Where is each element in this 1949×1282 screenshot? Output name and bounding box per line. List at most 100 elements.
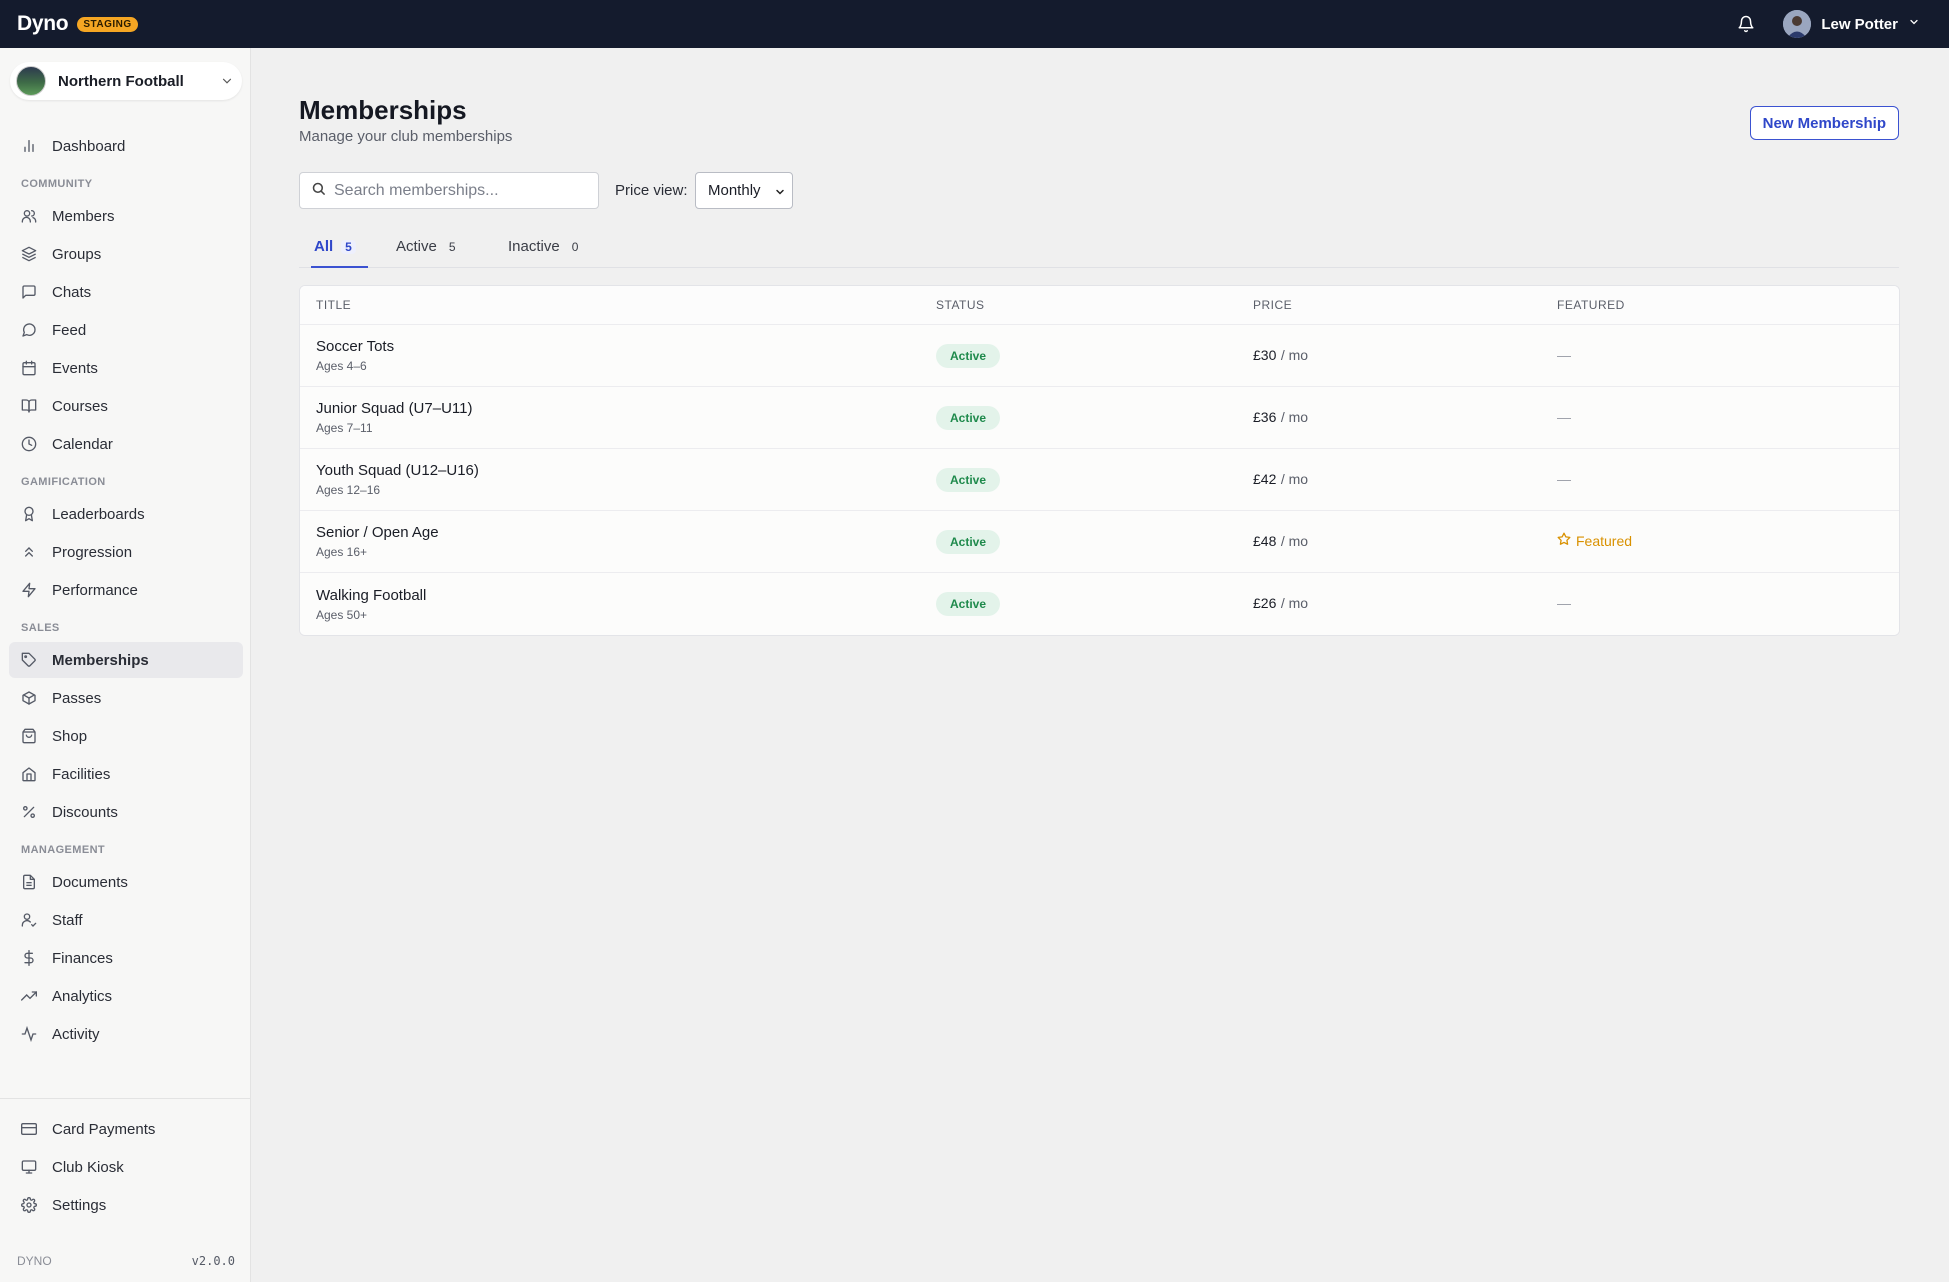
membership-title[interactable]: Walking Football: [316, 587, 920, 604]
tab-active[interactable]: Active 5: [396, 228, 456, 268]
gear-icon: [20, 1197, 37, 1214]
sidebar-item-label: Club Kiosk: [52, 1158, 124, 1176]
layers-icon: [20, 246, 37, 263]
membership-ages: Ages 50+: [316, 607, 368, 622]
sidebar-item-documents[interactable]: Documents: [9, 864, 243, 900]
sidebar-item-finances[interactable]: Finances: [9, 940, 243, 976]
tab-count: 5: [341, 240, 356, 254]
message-square-icon: [20, 284, 37, 301]
bar-chart-icon: [20, 138, 37, 155]
table-row[interactable]: Youth Squad (U12–U16) Ages 12–16 Active £…: [300, 449, 1899, 511]
table-row[interactable]: Soccer Tots Ages 4–6 Active £30 / mo —: [300, 325, 1899, 387]
sidebar-item-label: Progression: [52, 543, 133, 561]
sidebar-item-card-payments[interactable]: Card Payments: [9, 1111, 243, 1147]
user-menu[interactable]: Lew Potter: [1783, 10, 1920, 38]
chevron-down-icon: [1908, 15, 1920, 33]
sidebar-item-settings[interactable]: Settings: [9, 1187, 243, 1223]
book-open-icon: [20, 398, 37, 415]
sidebar: Northern Football Dashboard COMMUNITY Me…: [0, 48, 251, 1282]
sidebar-item-passes[interactable]: Passes: [9, 680, 243, 716]
sidebar-item-calendar[interactable]: Calendar: [9, 426, 243, 462]
column-header-status[interactable]: STATUS: [920, 298, 1237, 312]
table-row[interactable]: Walking Football Ages 50+ Active £26 / mo…: [300, 573, 1899, 635]
sidebar-item-activity[interactable]: Activity: [9, 1016, 243, 1052]
sidebar-item-shop[interactable]: Shop: [9, 718, 243, 754]
price-amount: £30: [1253, 346, 1277, 363]
sidebar-item-groups[interactable]: Groups: [9, 236, 243, 272]
sidebar-item-label: Analytics: [52, 987, 113, 1005]
sidebar-item-label: Leaderboards: [52, 505, 145, 523]
search-input[interactable]: [334, 181, 584, 200]
top-bar: Dyno STAGING Lew Potter: [0, 0, 1949, 48]
dollar-icon: [20, 950, 37, 967]
sidebar-item-staff[interactable]: Staff: [9, 902, 243, 938]
sidebar-item-label: Performance: [52, 581, 138, 599]
sidebar-item-facilities[interactable]: Facilities: [9, 756, 243, 792]
price-view-label: Price view:: [615, 182, 688, 199]
sidebar-item-analytics[interactable]: Analytics: [9, 978, 243, 1014]
sidebar-item-discounts[interactable]: Discounts: [9, 794, 243, 830]
featured-badge: Featured: [1557, 532, 1632, 549]
sidebar-item-progression[interactable]: Progression: [9, 534, 243, 570]
sidebar-item-chats[interactable]: Chats: [9, 274, 243, 310]
chevron-down-icon: [774, 185, 786, 197]
sidebar-item-feed[interactable]: Feed: [9, 312, 243, 348]
membership-ages: Ages 12–16: [316, 483, 381, 497]
table-row[interactable]: Senior / Open Age Ages 16+ Active £48 / m…: [300, 511, 1899, 573]
page-subtitle: Manage your club memberships: [299, 128, 513, 145]
sidebar-item-label: Activity: [52, 1025, 100, 1043]
price-unit: / mo: [1280, 346, 1309, 363]
membership-title[interactable]: Youth Squad (U12–U16): [316, 462, 920, 479]
sidebar-item-label: Documents: [52, 873, 128, 891]
user-check-icon: [20, 912, 37, 929]
price-amount: £36: [1253, 408, 1277, 425]
sidebar-item-club-kiosk[interactable]: Club Kiosk: [9, 1149, 243, 1185]
version-label: v2.0.0: [191, 1254, 235, 1268]
home-icon: [20, 766, 37, 783]
file-text-icon: [20, 874, 37, 891]
membership-title[interactable]: Junior Squad (U7–U11): [316, 400, 920, 417]
price-unit: / mo: [1280, 532, 1309, 549]
tab-all[interactable]: All 5: [311, 228, 368, 268]
tab-label: All: [314, 238, 334, 255]
sidebar-nav: Dashboard COMMUNITY Members Groups Chats…: [9, 128, 243, 1054]
column-header-price[interactable]: PRICE: [1237, 298, 1541, 312]
sidebar-item-members[interactable]: Members: [9, 198, 243, 234]
clock-icon: [20, 436, 37, 453]
env-badge: STAGING: [77, 16, 138, 32]
sidebar-item-label: Settings: [52, 1196, 107, 1214]
price-view-select[interactable]: Monthly: [695, 172, 793, 209]
membership-title[interactable]: Senior / Open Age: [316, 524, 920, 541]
search-box[interactable]: [299, 172, 599, 209]
column-header-featured[interactable]: FEATURED: [1541, 298, 1625, 312]
sidebar-item-memberships[interactable]: Memberships: [9, 642, 243, 678]
section-management: MANAGEMENT: [21, 844, 106, 856]
new-membership-button[interactable]: New Membership: [1749, 106, 1899, 140]
sidebar-item-label: Calendar: [52, 435, 113, 453]
price-amount: £42: [1253, 470, 1277, 487]
tab-count: 0: [571, 240, 579, 254]
sidebar-item-events[interactable]: Events: [9, 350, 243, 386]
sidebar-item-label: Events: [52, 359, 98, 377]
table-header: TITLE STATUS PRICE FEATURED: [300, 286, 1899, 325]
section-gamification: GAMIFICATION: [21, 476, 106, 488]
sidebar-item-leaderboards[interactable]: Leaderboards: [9, 496, 243, 532]
sidebar-item-courses[interactable]: Courses: [9, 388, 243, 424]
calendar-icon: [20, 360, 37, 377]
sidebar-item-performance[interactable]: Performance: [9, 572, 243, 608]
shopping-bag-icon: [20, 728, 37, 745]
sidebar-item-label: Memberships: [52, 651, 149, 669]
activity-icon: [20, 1026, 37, 1043]
package-icon: [20, 690, 37, 707]
brand-logo[interactable]: Dyno: [17, 12, 69, 36]
column-header-title[interactable]: TITLE: [300, 298, 920, 312]
sidebar-item-label: Shop: [52, 727, 88, 745]
sidebar-item-dashboard[interactable]: Dashboard: [9, 128, 243, 164]
bell-icon[interactable]: [1735, 13, 1757, 35]
avatar: [1783, 10, 1812, 38]
org-switcher[interactable]: Northern Football: [10, 62, 242, 100]
tab-inactive[interactable]: Inactive 0: [508, 228, 578, 268]
table-row[interactable]: Junior Squad (U7–U11) Ages 7–11 Active £3…: [300, 387, 1899, 449]
membership-title[interactable]: Soccer Tots: [316, 338, 920, 355]
price-unit: / mo: [1280, 470, 1309, 487]
